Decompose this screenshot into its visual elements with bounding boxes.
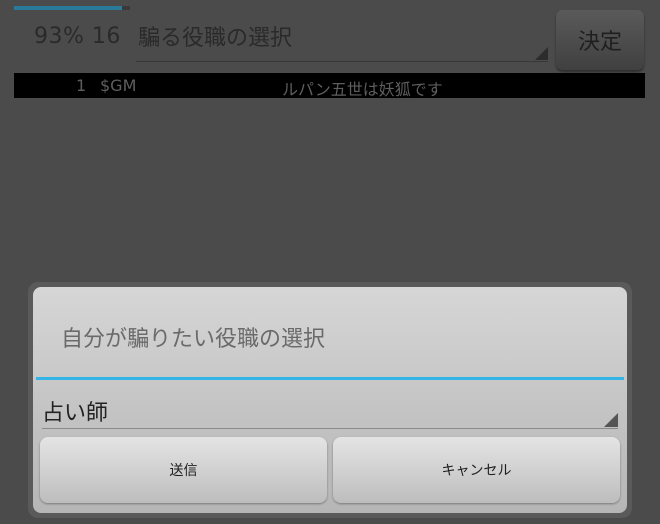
title-divider (36, 377, 624, 380)
send-button[interactable]: 送信 (40, 437, 327, 503)
chat-log-row: 1 $GM ルパン五世は妖狐です (14, 73, 645, 99)
dropdown-corner-icon (604, 413, 618, 427)
decide-button[interactable]: 決定 (556, 10, 644, 70)
log-sender: $GM (100, 76, 137, 95)
status-text: 93% 16 (34, 24, 121, 49)
cancel-button[interactable]: キャンセル (333, 437, 620, 503)
role-spinner[interactable]: 占い師 (42, 391, 618, 429)
log-message: ルパン五世は妖狐です (282, 80, 443, 99)
dialog-title: 自分が騙りたい役職の選択 (61, 327, 326, 352)
progress-fill (14, 6, 122, 10)
fake-role-dialog: 自分が騙りたい役職の選択 占い師 送信 キャンセル (33, 287, 627, 513)
progress-bar (14, 6, 130, 10)
fake-role-select[interactable]: 騙る役職の選択 (136, 14, 548, 62)
dropdown-corner-icon (535, 47, 548, 60)
selected-role: 占い師 (42, 401, 109, 426)
fake-role-select-label: 騙る役職の選択 (138, 26, 293, 51)
log-number: 1 (76, 76, 87, 95)
